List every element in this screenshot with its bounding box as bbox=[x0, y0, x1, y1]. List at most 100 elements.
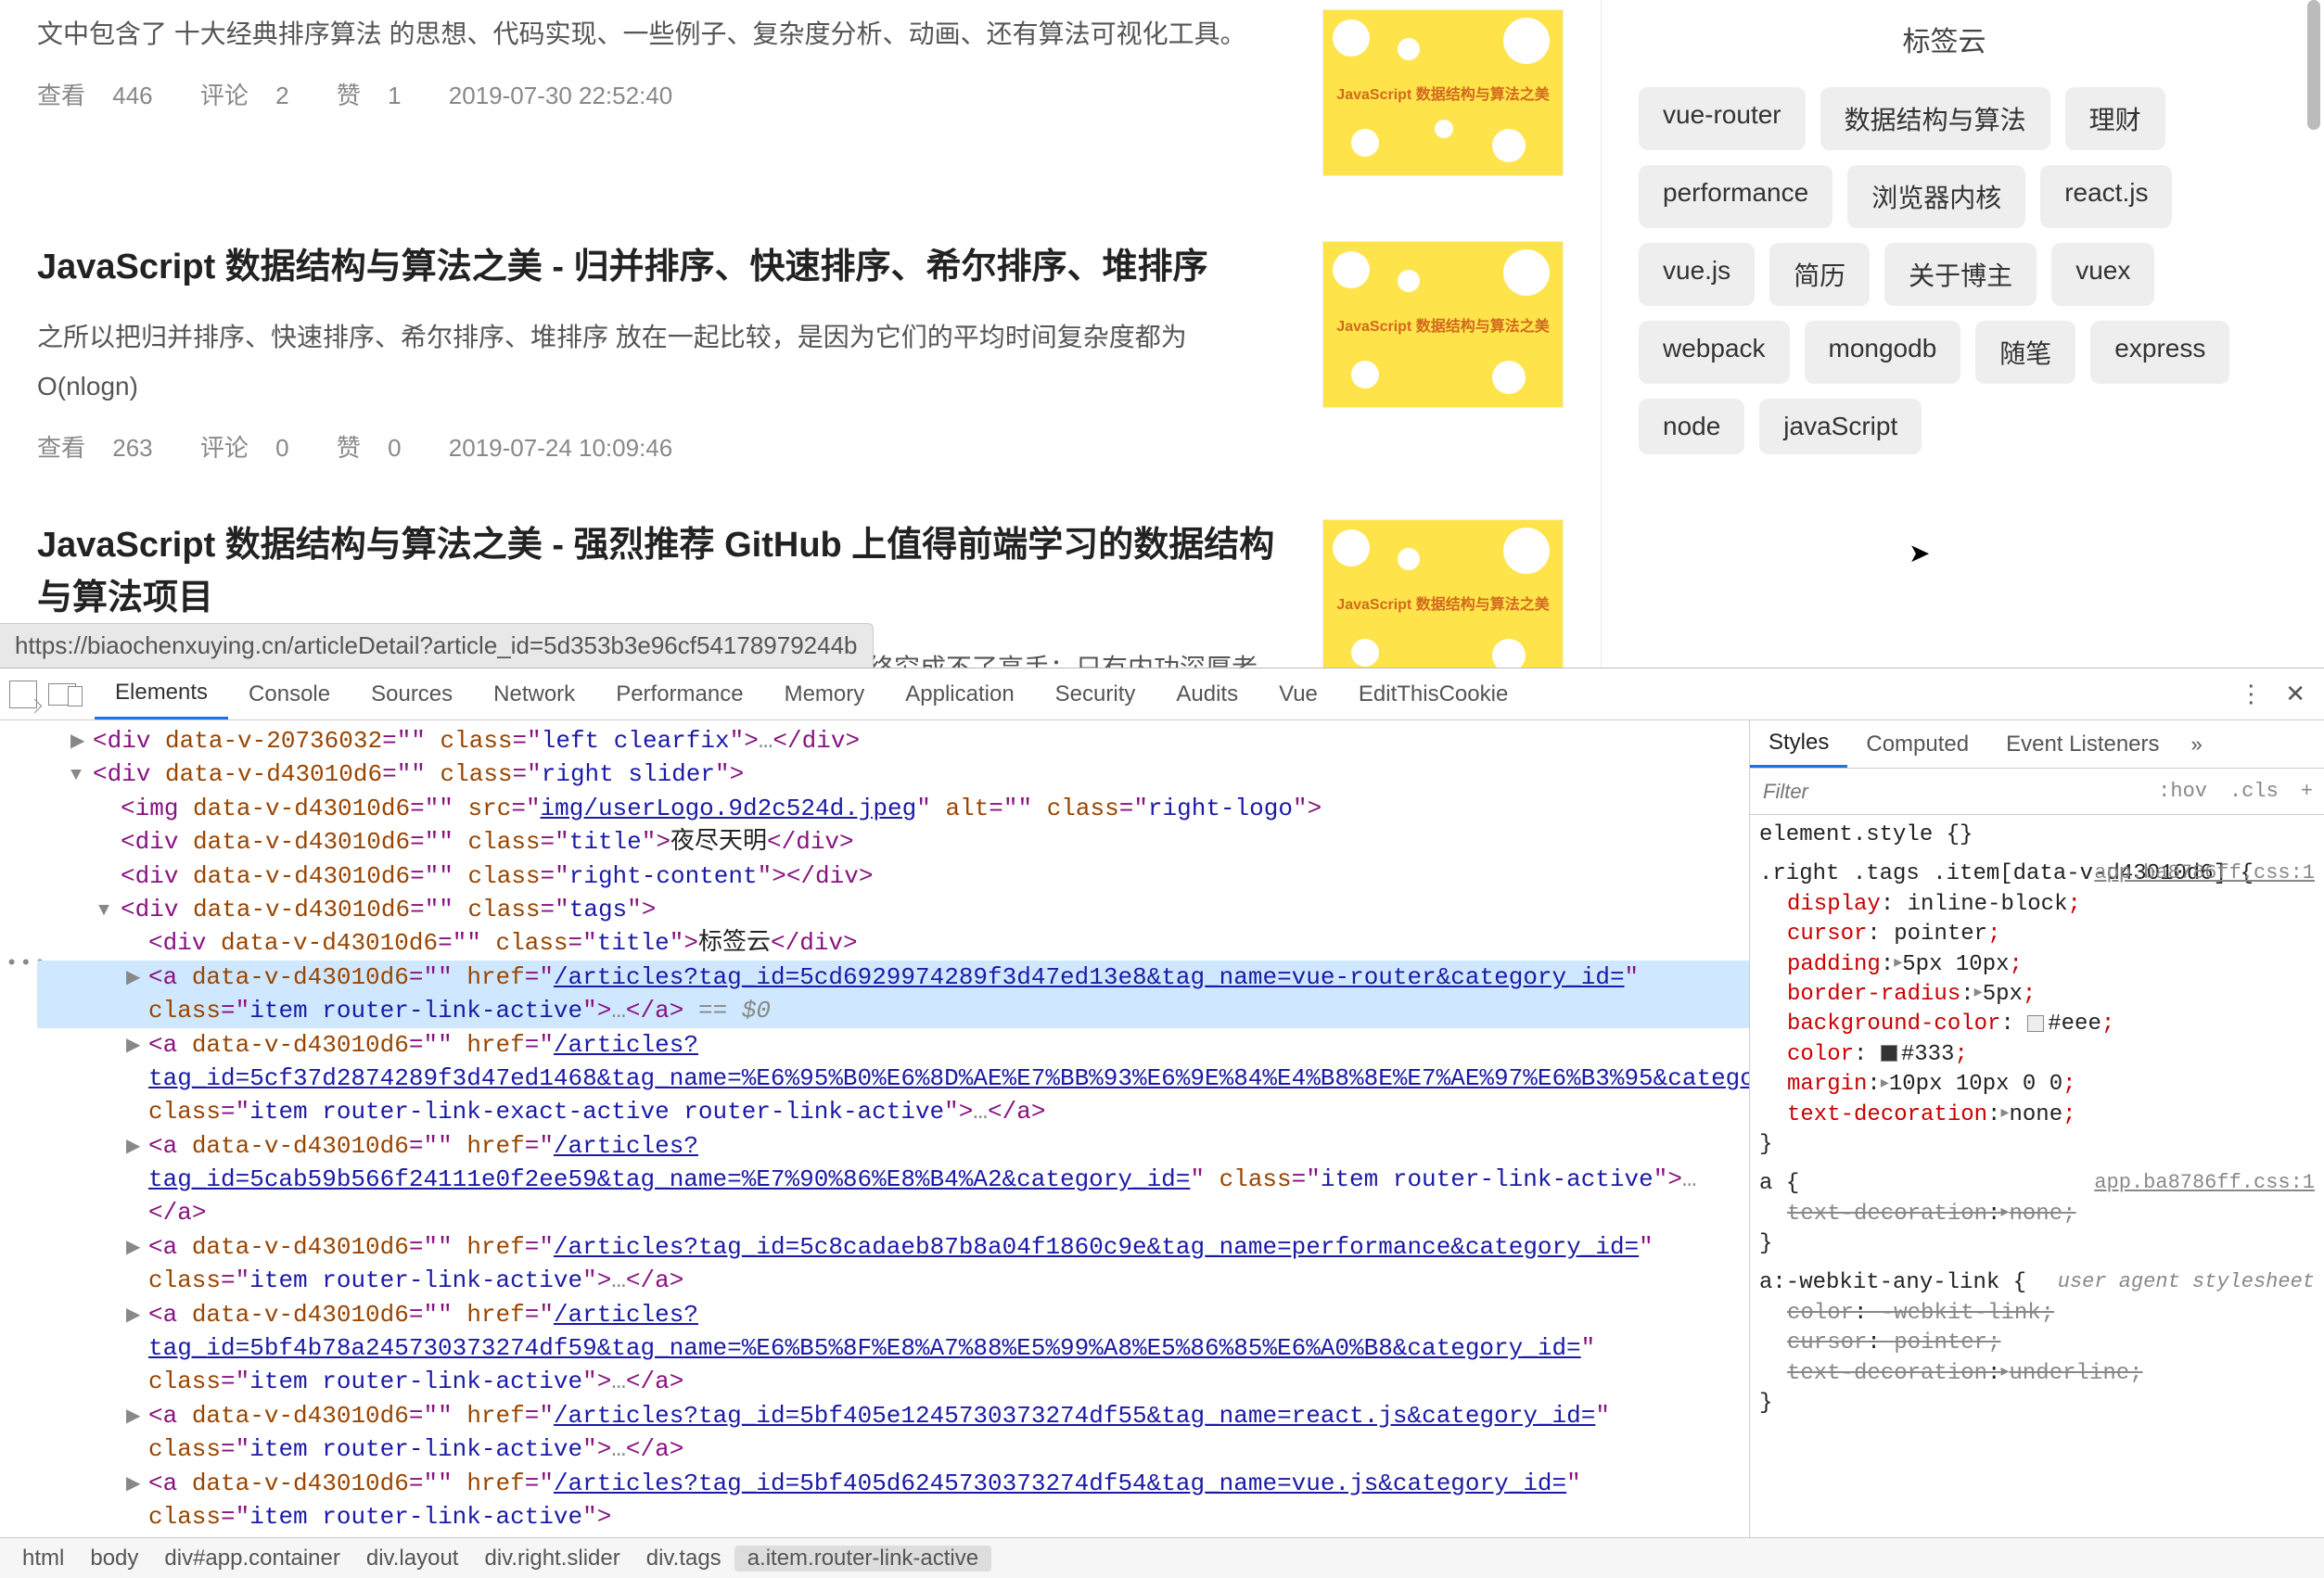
hov-toggle[interactable]: :hov bbox=[2147, 780, 2218, 803]
kebab-icon[interactable]: ⋮ bbox=[2226, 680, 2276, 708]
tag-react.js[interactable]: react.js bbox=[2040, 165, 2172, 228]
tab-elements[interactable]: Elements bbox=[95, 668, 228, 719]
tab-sources[interactable]: Sources bbox=[351, 668, 473, 719]
tagcloud: vue-router数据结构与算法理财 performance浏览器内核react… bbox=[1639, 87, 2250, 454]
article-title[interactable]: JavaScript 数据结构与算法之美 - 强烈推荐 GitHub 上值得前端… bbox=[37, 519, 1285, 625]
likes: 赞 0 bbox=[337, 434, 422, 462]
cls-toggle[interactable]: .cls bbox=[2218, 780, 2290, 803]
article-excerpt: 文中包含了 十大经典排序算法 的思想、代码实现、一些例子、复杂度分析、动画、还有… bbox=[37, 9, 1285, 58]
devtools: ElementsConsoleSourcesNetworkPerformance… bbox=[0, 668, 2324, 1578]
dom-node[interactable]: ▶<a data-v-d43010d6="" href="/articles?t… bbox=[37, 1028, 1749, 1129]
views: 查看 446 bbox=[37, 82, 173, 109]
css-rule[interactable]: user agent stylesheeta:-webkit-any-link … bbox=[1759, 1268, 2315, 1419]
tag-随笔[interactable]: 随笔 bbox=[1975, 321, 2075, 384]
article-item: JavaScript 数据结构与算法之美 - 归并排序、快速排序、希尔排序、堆排… bbox=[37, 241, 1564, 464]
dom-node[interactable]: ▶<a data-v-d43010d6="" href="/articles?t… bbox=[37, 961, 1749, 1028]
crumb-div-app-container[interactable]: div#app.container bbox=[151, 1546, 352, 1572]
css-rule[interactable]: app.ba8786ff.css:1a {text-decoration:▸no… bbox=[1759, 1169, 2315, 1259]
article-meta: 查看 446 评论 2 赞 1 2019-07-30 22:52:40 bbox=[37, 77, 1285, 111]
tag-mongodb[interactable]: mongodb bbox=[1805, 321, 1961, 384]
tag-关于博主[interactable]: 关于博主 bbox=[1884, 243, 2037, 306]
css-rules[interactable]: element.style {} app.ba8786ff.css:1.right… bbox=[1750, 815, 2324, 1537]
tag-node[interactable]: node bbox=[1639, 399, 1744, 454]
dom-node[interactable]: ▶<a data-v-d43010d6="" href="/articles?t… bbox=[37, 1399, 1749, 1467]
date: 2019-07-30 22:52:40 bbox=[449, 82, 672, 109]
tab-console[interactable]: Console bbox=[228, 668, 351, 719]
tab-audits[interactable]: Audits bbox=[1156, 668, 1258, 719]
article-thumb[interactable]: JavaScript 数据结构与算法之美 bbox=[1322, 9, 1564, 176]
dom-tree[interactable]: ••• ▶<div data-v-20736032="" class="left… bbox=[0, 720, 1749, 1537]
article-thumb[interactable]: JavaScript 数据结构与算法之美 bbox=[1322, 241, 1564, 408]
dom-node[interactable]: <div data-v-d43010d6="" class="right-con… bbox=[37, 859, 1749, 893]
comments: 评论 2 bbox=[200, 82, 310, 109]
styles-tab-event-listeners[interactable]: Event Listeners bbox=[1987, 720, 2177, 768]
crumb-div-layout[interactable]: div.layout bbox=[353, 1546, 472, 1572]
article-title[interactable]: JavaScript 数据结构与算法之美 - 归并排序、快速排序、希尔排序、堆排… bbox=[37, 241, 1285, 294]
crumb-div-tags[interactable]: div.tags bbox=[633, 1546, 734, 1572]
views: 查看 263 bbox=[37, 434, 173, 462]
css-rule[interactable]: element.style {} bbox=[1759, 821, 2315, 850]
thumb-caption: JavaScript 数据结构与算法之美 bbox=[1336, 592, 1549, 614]
css-rule[interactable]: app.ba8786ff.css:1.right .tags .item[dat… bbox=[1759, 859, 2315, 1160]
article-excerpt: 之所以把归并排序、快速排序、希尔排序、堆排序 放在一起比较，是因为它们的平均时间… bbox=[37, 312, 1285, 411]
styles-filter: :hov .cls + bbox=[1750, 769, 2324, 815]
crumb-a-item-router-link-active[interactable]: a.item.router-link-active bbox=[734, 1546, 991, 1572]
article-meta: 查看 263 评论 0 赞 0 2019-07-24 10:09:46 bbox=[37, 429, 1285, 464]
crumb-div-right-slider[interactable]: div.right.slider bbox=[471, 1546, 632, 1572]
likes: 赞 1 bbox=[337, 82, 422, 109]
tag-javaScript[interactable]: javaScript bbox=[1759, 399, 1922, 454]
tagcloud-title: 标签云 bbox=[1639, 19, 2250, 59]
device-toggle-icon[interactable] bbox=[48, 683, 76, 706]
styles-tabs: StylesComputedEvent Listeners» bbox=[1750, 720, 2324, 769]
comments: 评论 0 bbox=[200, 434, 310, 462]
dom-breadcrumb: htmlbodydiv#app.containerdiv.layoutdiv.r… bbox=[0, 1537, 2324, 1578]
close-icon[interactable]: ✕ bbox=[2276, 680, 2315, 708]
date: 2019-07-24 10:09:46 bbox=[449, 434, 672, 462]
thumb-caption: JavaScript 数据结构与算法之美 bbox=[1336, 82, 1549, 104]
tab-memory[interactable]: Memory bbox=[764, 668, 886, 719]
dom-node[interactable]: ▶<div data-v-20736032="" class="left cle… bbox=[37, 724, 1749, 757]
dom-node[interactable]: ▶<a data-v-d43010d6="" href="/articles?t… bbox=[37, 1467, 1749, 1534]
dom-node[interactable]: <div data-v-d43010d6="" class="title">夜尽… bbox=[37, 825, 1749, 859]
dom-node[interactable]: ▶<a data-v-d43010d6="" href="/articles?t… bbox=[37, 1129, 1749, 1230]
tag-webpack[interactable]: webpack bbox=[1639, 321, 1790, 384]
crumb-html[interactable]: html bbox=[9, 1546, 77, 1572]
article-thumb[interactable]: JavaScript 数据结构与算法之美 bbox=[1322, 519, 1564, 668]
add-rule-icon[interactable]: + bbox=[2290, 780, 2324, 803]
styles-tab-styles[interactable]: Styles bbox=[1750, 720, 1847, 768]
dom-node[interactable]: ▼<div data-v-d43010d6="" class="right sl… bbox=[37, 757, 1749, 791]
tag-浏览器内核[interactable]: 浏览器内核 bbox=[1847, 165, 2025, 228]
tag-vuex[interactable]: vuex bbox=[2051, 243, 2154, 306]
dom-node[interactable]: <div data-v-d43010d6="" class="title">标签… bbox=[37, 926, 1749, 960]
dom-node[interactable]: ▶<a data-v-d43010d6="" href="/articles?t… bbox=[37, 1298, 1749, 1399]
article-item: 文中包含了 十大经典排序算法 的思想、代码实现、一些例子、复杂度分析、动画、还有… bbox=[37, 9, 1564, 185]
filter-input[interactable] bbox=[1750, 780, 2147, 804]
scrollbar[interactable] bbox=[2307, 0, 2320, 130]
crumb-body[interactable]: body bbox=[77, 1546, 151, 1572]
chevron-right-icon[interactable]: » bbox=[2178, 732, 2215, 757]
devtools-tabs: ElementsConsoleSourcesNetworkPerformance… bbox=[0, 668, 2324, 720]
dom-node[interactable]: <img data-v-d43010d6="" src="img/userLog… bbox=[37, 792, 1749, 825]
tab-application[interactable]: Application bbox=[885, 668, 1034, 719]
dom-node[interactable]: ▼<div data-v-d43010d6="" class="tags"> bbox=[37, 893, 1749, 926]
dom-node[interactable]: ▶<a data-v-d43010d6="" href="/articles?t… bbox=[37, 1230, 1749, 1298]
styles-tab-computed[interactable]: Computed bbox=[1847, 720, 1987, 768]
inspect-icon[interactable] bbox=[9, 681, 37, 708]
tag-vue-router[interactable]: vue-router bbox=[1639, 87, 1806, 150]
sidebar: 标签云 vue-router数据结构与算法理财 performance浏览器内核r… bbox=[1601, 0, 2287, 668]
tag-简历[interactable]: 简历 bbox=[1769, 243, 1870, 306]
tab-editthiscookie[interactable]: EditThisCookie bbox=[1338, 668, 1528, 719]
tab-vue[interactable]: Vue bbox=[1258, 668, 1338, 719]
tab-security[interactable]: Security bbox=[1035, 668, 1156, 719]
tag-vue.js[interactable]: vue.js bbox=[1639, 243, 1755, 306]
tag-performance[interactable]: performance bbox=[1639, 165, 1832, 228]
thumb-caption: JavaScript 数据结构与算法之美 bbox=[1336, 313, 1549, 336]
styles-pane: StylesComputedEvent Listeners» :hov .cls… bbox=[1749, 720, 2324, 1537]
tag-数据结构与算法[interactable]: 数据结构与算法 bbox=[1820, 87, 2050, 150]
tab-network[interactable]: Network bbox=[473, 668, 595, 719]
tag-express[interactable]: express bbox=[2090, 321, 2229, 384]
tag-理财[interactable]: 理财 bbox=[2065, 87, 2165, 150]
tab-performance[interactable]: Performance bbox=[595, 668, 763, 719]
status-bar-url: https://biaochenxuying.cn/articleDetail?… bbox=[0, 623, 874, 668]
article-list: 文中包含了 十大经典排序算法 的思想、代码实现、一些例子、复杂度分析、动画、还有… bbox=[37, 0, 1601, 668]
